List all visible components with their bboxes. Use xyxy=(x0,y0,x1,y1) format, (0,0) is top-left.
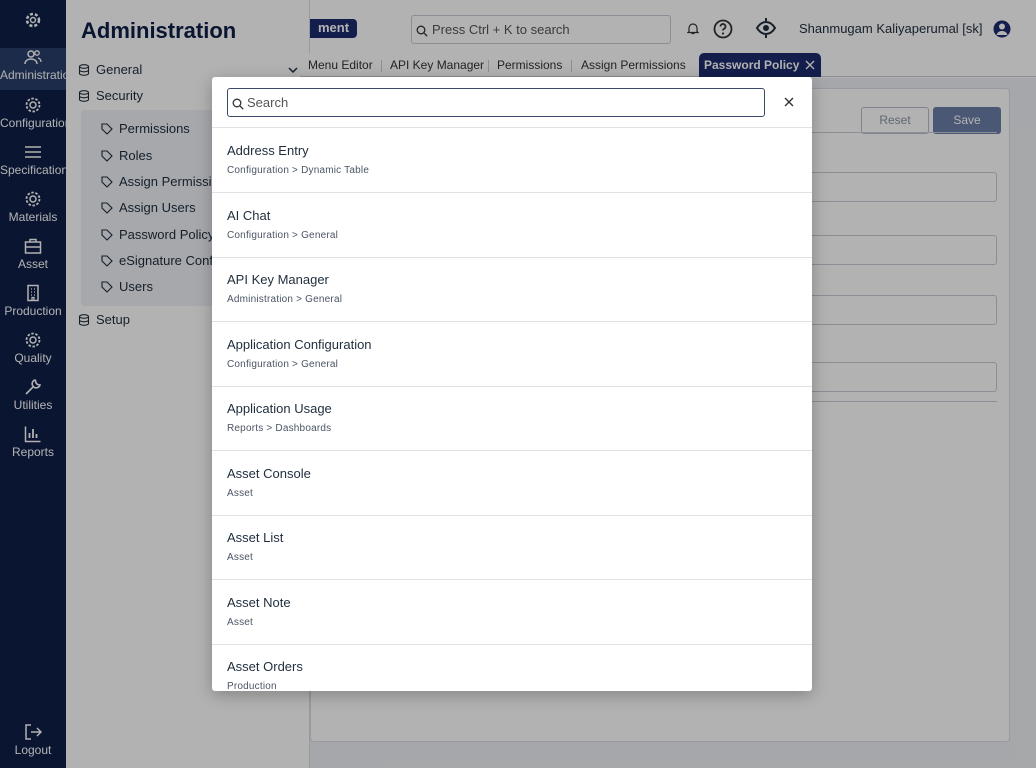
search-box xyxy=(227,88,765,117)
result-title: Asset List xyxy=(227,530,284,545)
result-path: Asset xyxy=(227,488,254,499)
result-title: Address Entry xyxy=(227,143,309,158)
search-result-item[interactable]: Asset List Asset xyxy=(212,515,812,580)
result-title: AI Chat xyxy=(227,208,271,223)
result-path: Administration > General xyxy=(227,294,343,305)
search-result-item[interactable]: AI Chat Configuration > General xyxy=(212,193,812,258)
close-icon[interactable] xyxy=(782,95,796,109)
search-result-item[interactable]: Application Configuration Configuration … xyxy=(212,322,812,387)
result-title: Asset Note xyxy=(227,595,291,610)
search-result-item[interactable]: Address Entry Configuration > Dynamic Ta… xyxy=(212,128,812,193)
search-result-item[interactable]: API Key Manager Administration > General xyxy=(212,257,812,322)
result-path: Asset xyxy=(227,617,254,628)
search-dialog: Address Entry Configuration > Dynamic Ta… xyxy=(212,77,812,691)
result-title: Asset Console xyxy=(227,466,311,481)
search-result-item[interactable]: Asset Note Asset xyxy=(212,580,812,645)
result-path: Reports > Dashboards xyxy=(227,423,332,434)
search-dialog-header xyxy=(212,77,812,128)
search-result-item[interactable]: Asset Orders Production xyxy=(212,644,812,691)
result-title: Application Configuration xyxy=(227,337,372,352)
result-title: API Key Manager xyxy=(227,272,329,287)
result-path: Configuration > General xyxy=(227,359,339,370)
search-input[interactable] xyxy=(247,92,757,113)
search-result-item[interactable]: Application Usage Reports > Dashboards xyxy=(212,386,812,451)
result-title: Asset Orders xyxy=(227,659,303,674)
result-title: Application Usage xyxy=(227,401,332,416)
result-path: Configuration > General xyxy=(227,230,339,241)
result-path: Production xyxy=(227,681,277,691)
result-path: Configuration > Dynamic Table xyxy=(227,165,370,176)
search-result-item[interactable]: Asset Console Asset xyxy=(212,451,812,516)
result-path: Asset xyxy=(227,552,254,563)
search-icon xyxy=(232,98,244,110)
